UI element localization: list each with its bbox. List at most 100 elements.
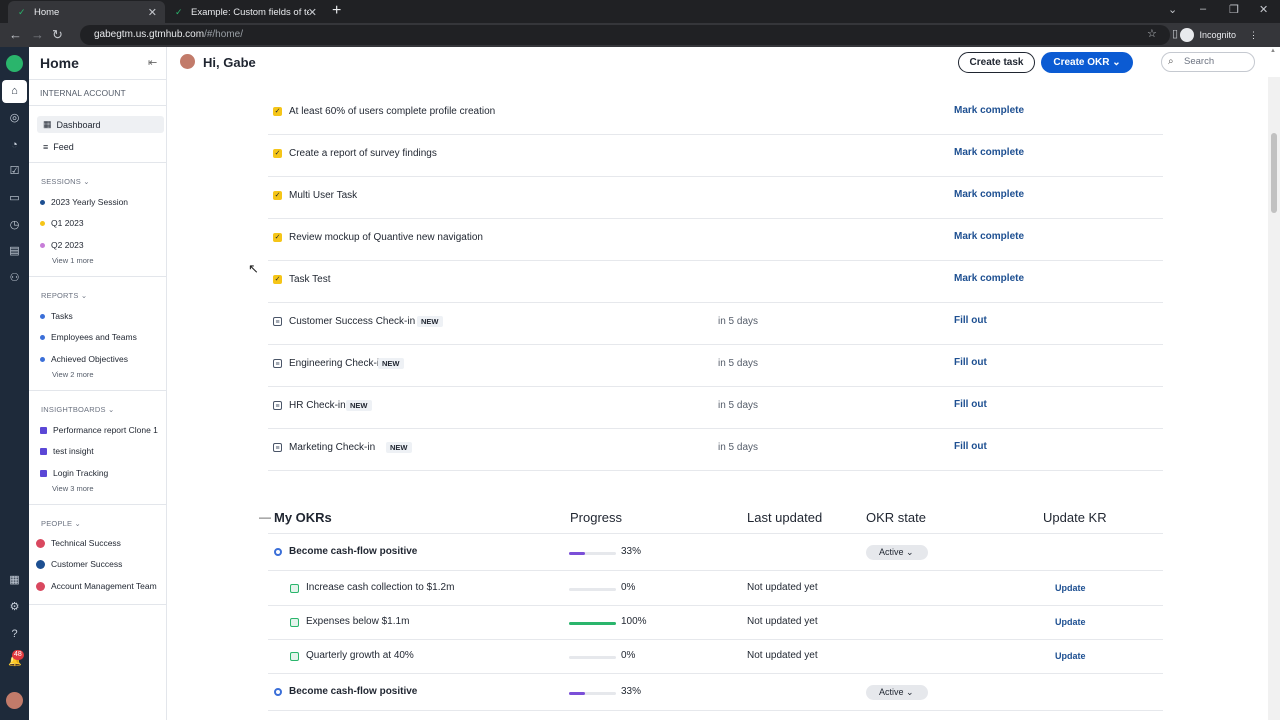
minimize-icon[interactable]: – [1200,3,1206,15]
search-input[interactable]: ⌕ Search [1161,52,1255,72]
objective-name[interactable]: Become cash-flow positive [289,686,417,697]
task-name[interactable]: Multi User Task [289,190,357,201]
user-avatar[interactable] [6,692,23,709]
kpis-icon[interactable]: ◔ [8,139,21,152]
sidebar-item-dashboard[interactable]: ▦ Dashboard [37,116,164,133]
task-name[interactable]: Task Test [289,274,331,285]
okr-state-dropdown[interactable]: Active ⌄ [866,545,928,560]
browser-tab-home[interactable]: ✓ Home ✕ [8,1,165,23]
fill-out-button[interactable]: Fill out [954,399,987,410]
tasks-icon[interactable]: ☑ [8,165,21,178]
table-row[interactable]: ≡ Marketing Check-in NEW in 5 days Fill out [268,429,1163,471]
table-row[interactable]: ✓ Create a report of survey findings Mark … [268,135,1163,177]
back-icon[interactable]: ← [9,27,22,42]
side-panel-icon[interactable]: ▯ [1172,27,1178,40]
update-kr-button[interactable]: Update [1055,617,1086,627]
sidebar-item-session[interactable]: 2023 Yearly Session [40,197,128,207]
task-name[interactable]: HR Check-in [289,400,346,411]
table-row[interactable]: ≡ Customer Success Check-in NEW in 5 days Fi… [268,303,1163,345]
sidebar-item-insightboard[interactable]: Login Tracking [40,468,108,478]
task-checkbox-icon[interactable]: ✓ [273,107,282,116]
mark-complete-button[interactable]: Mark complete [954,147,1024,158]
table-row[interactable]: ≡ Engineering Check-in NEW in 5 days Fill ou… [268,345,1163,387]
task-name[interactable]: Create a report of survey findings [289,148,437,159]
key-result-name[interactable]: Expenses below $1.1m [306,616,409,627]
restore-icon[interactable]: ❐ [1229,3,1239,16]
table-row[interactable]: ✓ Review mockup of Quantive new navigatio… [268,219,1163,261]
insights-icon[interactable]: ▭ [8,192,21,205]
new-tab-icon[interactable]: + [332,2,341,20]
task-name[interactable]: Review mockup of Quantive new navigation [289,232,483,243]
sidebar-item-team[interactable]: Account Management Team [36,581,157,591]
view-more-insightboards-link[interactable]: View 3 more [52,484,94,493]
mark-complete-button[interactable]: Mark complete [954,273,1024,284]
objective-row[interactable]: Become cash-flow positive 33% Active ⌄ [268,674,1163,711]
quantive-logo-icon[interactable] [6,55,23,72]
scroll-up-arrow-icon[interactable]: ▲ [1270,48,1276,54]
objective-row[interactable]: Become cash-flow positive 33% Active ⌄ [268,534,1163,571]
sidebar-item-team[interactable]: Technical Success [36,538,121,548]
help-icon[interactable]: ? [8,628,21,641]
sidebar-item-report[interactable]: Employees and Teams [40,332,137,342]
scrollbar-thumb[interactable] [1271,133,1277,213]
sidebar-item-session[interactable]: Q1 2023 [40,218,84,228]
key-result-name[interactable]: Increase cash collection to $1.2m [306,582,454,593]
checkin-icon[interactable]: ≡ [273,317,282,326]
people-icon[interactable]: ⚇ [8,272,21,285]
tab-search-icon[interactable]: ⌄ [1168,3,1177,16]
task-name[interactable]: Engineering Check-in [289,358,385,369]
view-more-reports-link[interactable]: View 2 more [52,370,94,379]
fill-out-button[interactable]: Fill out [954,357,987,368]
fill-out-button[interactable]: Fill out [954,315,987,326]
reports-section-header[interactable]: REPORTS ⌄ [41,291,87,300]
checkin-icon[interactable]: ≡ [273,401,282,410]
update-kr-button[interactable]: Update [1055,583,1086,593]
sidebar-item-session[interactable]: Q2 2023 [40,240,84,250]
collapse-sidebar-icon[interactable]: ⇤ [148,56,157,69]
url-field[interactable]: gabegtm.us.gtmhub.com/#/home/ [80,25,1170,45]
collapse-okrs-icon[interactable]: — [259,510,271,524]
close-icon[interactable]: ✕ [148,6,157,19]
sidebar-item-team[interactable]: Customer Success [36,559,122,569]
task-checkbox-icon[interactable]: ✓ [273,191,282,200]
key-result-row[interactable]: Quarterly growth at 40% 0% Not updated yet… [268,640,1163,674]
sidebar-item-report[interactable]: Tasks [40,311,73,321]
forward-icon[interactable]: → [31,27,44,42]
table-row[interactable]: ✓ Task Test Mark complete [268,261,1163,303]
table-row[interactable]: ✓ Multi User Task Mark complete [268,177,1163,219]
checkin-icon[interactable]: ≡ [273,359,282,368]
task-name[interactable]: At least 60% of users complete profile c… [289,106,495,117]
update-kr-button[interactable]: Update [1055,651,1086,661]
window-close-icon[interactable]: ✕ [1259,3,1268,16]
task-name[interactable]: Customer Success Check-in [289,316,415,327]
apps-icon[interactable]: ▦ [8,574,21,587]
reports-icon[interactable]: ▤ [8,245,21,258]
sessions-section-header[interactable]: SESSIONS ⌄ [41,177,90,186]
browser-menu-icon[interactable]: ⋮ [1249,30,1258,41]
create-okr-button[interactable]: Create OKR ⌄ [1041,52,1133,73]
sidebar-item-insightboard[interactable]: Performance report Clone 1 [40,425,158,435]
insightboards-section-header[interactable]: INSIGHTBOARDS ⌄ [41,405,114,414]
fill-out-button[interactable]: Fill out [954,441,987,452]
key-result-row[interactable]: Increase cash collection to $1.2m 0% Not u… [268,571,1163,606]
scrollbar[interactable] [1268,77,1280,720]
task-checkbox-icon[interactable]: ✓ [273,233,282,242]
create-task-button[interactable]: Create task [958,52,1035,73]
task-name[interactable]: Marketing Check-in [289,442,375,453]
okrs-icon[interactable]: ◎ [8,112,21,125]
mark-complete-button[interactable]: Mark complete [954,231,1024,242]
mark-complete-button[interactable]: Mark complete [954,189,1024,200]
bookmark-star-icon[interactable]: ☆ [1147,27,1157,40]
table-row[interactable]: ✓ At least 60% of users complete profile … [268,93,1163,135]
checkin-icon[interactable]: ≡ [273,443,282,452]
table-row[interactable]: ≡ HR Check-in NEW in 5 days Fill out [268,387,1163,429]
key-result-name[interactable]: Quarterly growth at 40% [306,650,414,661]
reload-icon[interactable]: ↻ [52,27,63,43]
objective-name[interactable]: Become cash-flow positive [289,546,417,557]
sidebar-item-report[interactable]: Achieved Objectives [40,354,128,364]
browser-tab-custom-fields[interactable]: ✓ Example: Custom fields of teams ✕ [165,1,325,23]
mark-complete-button[interactable]: Mark complete [954,105,1024,116]
sidebar-item-insightboard[interactable]: test insight [40,446,94,456]
sidebar-item-feed[interactable]: ≡ Feed [37,138,164,155]
incognito-indicator[interactable]: Incognito ⋮ [1180,28,1258,42]
